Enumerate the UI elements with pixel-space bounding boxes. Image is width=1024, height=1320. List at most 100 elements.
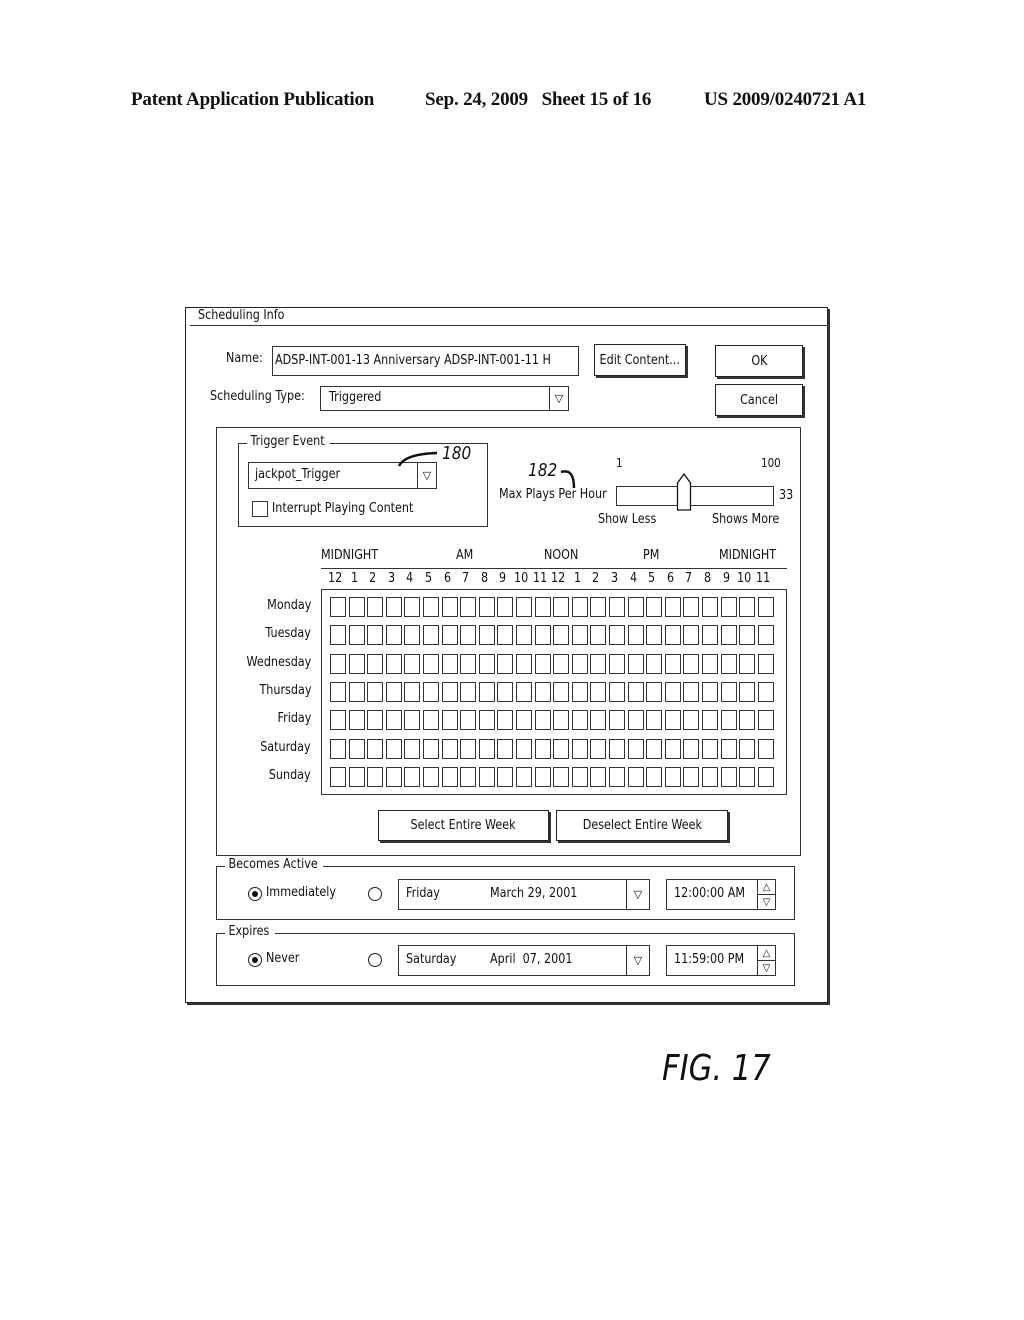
schedule-cell[interactable] bbox=[367, 625, 384, 646]
schedule-cell[interactable] bbox=[571, 710, 588, 731]
schedule-cell[interactable] bbox=[720, 625, 737, 646]
schedule-cell[interactable] bbox=[330, 766, 346, 787]
schedule-cell[interactable] bbox=[404, 625, 421, 646]
schedule-cell[interactable] bbox=[627, 710, 644, 731]
schedule-cell[interactable] bbox=[497, 681, 514, 702]
schedule-cell[interactable] bbox=[516, 738, 532, 759]
schedule-cell[interactable] bbox=[664, 766, 681, 787]
scheduling-type-dropdown[interactable]: Triggered ▽ bbox=[320, 386, 569, 411]
schedule-cell[interactable] bbox=[367, 766, 384, 787]
schedule-cell[interactable] bbox=[497, 625, 514, 646]
schedule-cell[interactable] bbox=[497, 766, 514, 787]
schedule-cell[interactable] bbox=[757, 625, 774, 646]
schedule-cell[interactable] bbox=[460, 710, 477, 731]
schedule-cell[interactable] bbox=[330, 738, 346, 759]
schedule-cell[interactable] bbox=[404, 681, 421, 702]
dropdown-arrow-icon[interactable]: ▽ bbox=[626, 880, 649, 909]
cancel-button[interactable]: Cancel bbox=[715, 384, 803, 416]
schedule-cell[interactable] bbox=[739, 597, 756, 617]
schedule-cell[interactable] bbox=[385, 738, 402, 759]
dropdown-arrow-icon[interactable]: ▽ bbox=[626, 946, 649, 975]
schedule-cell[interactable] bbox=[702, 738, 718, 759]
schedule-cell[interactable] bbox=[627, 625, 644, 646]
schedule-cell[interactable] bbox=[609, 738, 625, 759]
max-plays-slider-thumb[interactable] bbox=[676, 472, 692, 512]
schedule-cell[interactable] bbox=[404, 710, 421, 731]
schedule-cell[interactable] bbox=[441, 766, 458, 787]
schedule-cell[interactable] bbox=[441, 597, 458, 617]
schedule-cell[interactable] bbox=[348, 597, 365, 617]
schedule-cell[interactable] bbox=[478, 766, 495, 787]
never-radio[interactable] bbox=[248, 953, 262, 967]
schedule-cell[interactable] bbox=[683, 766, 700, 787]
schedule-cell[interactable] bbox=[423, 653, 439, 674]
schedule-cell[interactable] bbox=[553, 653, 570, 674]
spin-down-icon[interactable]: ▽ bbox=[758, 895, 775, 909]
interrupt-playing-content-checkbox[interactable] bbox=[252, 501, 268, 517]
schedule-cell[interactable] bbox=[385, 766, 402, 787]
schedule-cell[interactable] bbox=[646, 625, 663, 646]
schedule-cell[interactable] bbox=[516, 710, 532, 731]
schedule-cell[interactable] bbox=[404, 738, 421, 759]
schedule-cell[interactable] bbox=[423, 625, 439, 646]
schedule-cell[interactable] bbox=[683, 597, 700, 617]
schedule-cell[interactable] bbox=[683, 710, 700, 731]
schedule-cell[interactable] bbox=[348, 738, 365, 759]
expire-date-radio[interactable] bbox=[368, 953, 382, 967]
schedule-cell[interactable] bbox=[646, 710, 663, 731]
schedule-cell[interactable] bbox=[423, 710, 439, 731]
schedule-cell[interactable] bbox=[478, 597, 495, 617]
schedule-cell[interactable] bbox=[646, 738, 663, 759]
schedule-cell[interactable] bbox=[720, 653, 737, 674]
schedule-cell[interactable] bbox=[534, 738, 551, 759]
schedule-cell[interactable] bbox=[646, 653, 663, 674]
spin-down-icon[interactable]: ▽ bbox=[758, 961, 775, 975]
schedule-cell[interactable] bbox=[516, 681, 532, 702]
schedule-cell[interactable] bbox=[553, 625, 570, 646]
schedule-cell[interactable] bbox=[571, 766, 588, 787]
active-date-dropdown[interactable]: Friday March 29, 2001 ▽ bbox=[398, 879, 650, 910]
schedule-cell[interactable] bbox=[702, 766, 718, 787]
schedule-cell[interactable] bbox=[553, 738, 570, 759]
schedule-cell[interactable] bbox=[702, 597, 718, 617]
schedule-cell[interactable] bbox=[478, 625, 495, 646]
schedule-cell[interactable] bbox=[664, 653, 681, 674]
schedule-cell[interactable] bbox=[590, 597, 607, 617]
schedule-cell[interactable] bbox=[590, 710, 607, 731]
schedule-cell[interactable] bbox=[739, 710, 756, 731]
schedule-cell[interactable] bbox=[534, 597, 551, 617]
schedule-cell[interactable] bbox=[553, 710, 570, 731]
schedule-cell[interactable] bbox=[348, 653, 365, 674]
schedule-cell[interactable] bbox=[441, 738, 458, 759]
schedule-cell[interactable] bbox=[664, 681, 681, 702]
schedule-cell[interactable] bbox=[553, 766, 570, 787]
schedule-cell[interactable] bbox=[739, 681, 756, 702]
schedule-cell[interactable] bbox=[571, 738, 588, 759]
schedule-cell[interactable] bbox=[702, 710, 718, 731]
schedule-cell[interactable] bbox=[460, 738, 477, 759]
schedule-cell[interactable] bbox=[385, 625, 402, 646]
schedule-cell[interactable] bbox=[609, 653, 625, 674]
schedule-cell[interactable] bbox=[330, 681, 346, 702]
schedule-cell[interactable] bbox=[757, 653, 774, 674]
schedule-cell[interactable] bbox=[367, 597, 384, 617]
schedule-cell[interactable] bbox=[516, 625, 532, 646]
schedule-cell[interactable] bbox=[702, 625, 718, 646]
schedule-cell[interactable] bbox=[609, 710, 625, 731]
expire-date-dropdown[interactable]: Saturday April 07, 2001 ▽ bbox=[398, 945, 650, 976]
schedule-cell[interactable] bbox=[627, 738, 644, 759]
dropdown-arrow-icon[interactable]: ▽ bbox=[549, 387, 568, 410]
schedule-cell[interactable] bbox=[609, 597, 625, 617]
schedule-cell[interactable] bbox=[590, 738, 607, 759]
schedule-cell[interactable] bbox=[348, 766, 365, 787]
schedule-cell[interactable] bbox=[404, 597, 421, 617]
edit-content-button[interactable]: Edit Content... bbox=[594, 344, 686, 376]
schedule-cell[interactable] bbox=[702, 653, 718, 674]
schedule-cell[interactable] bbox=[534, 681, 551, 702]
schedule-cell[interactable] bbox=[497, 738, 514, 759]
schedule-cell[interactable] bbox=[441, 653, 458, 674]
schedule-cell[interactable] bbox=[757, 766, 774, 787]
schedule-cell[interactable] bbox=[590, 625, 607, 646]
schedule-cell[interactable] bbox=[534, 653, 551, 674]
name-input[interactable]: ADSP-INT-001-13 Anniversary ADSP-INT-001… bbox=[272, 346, 579, 376]
